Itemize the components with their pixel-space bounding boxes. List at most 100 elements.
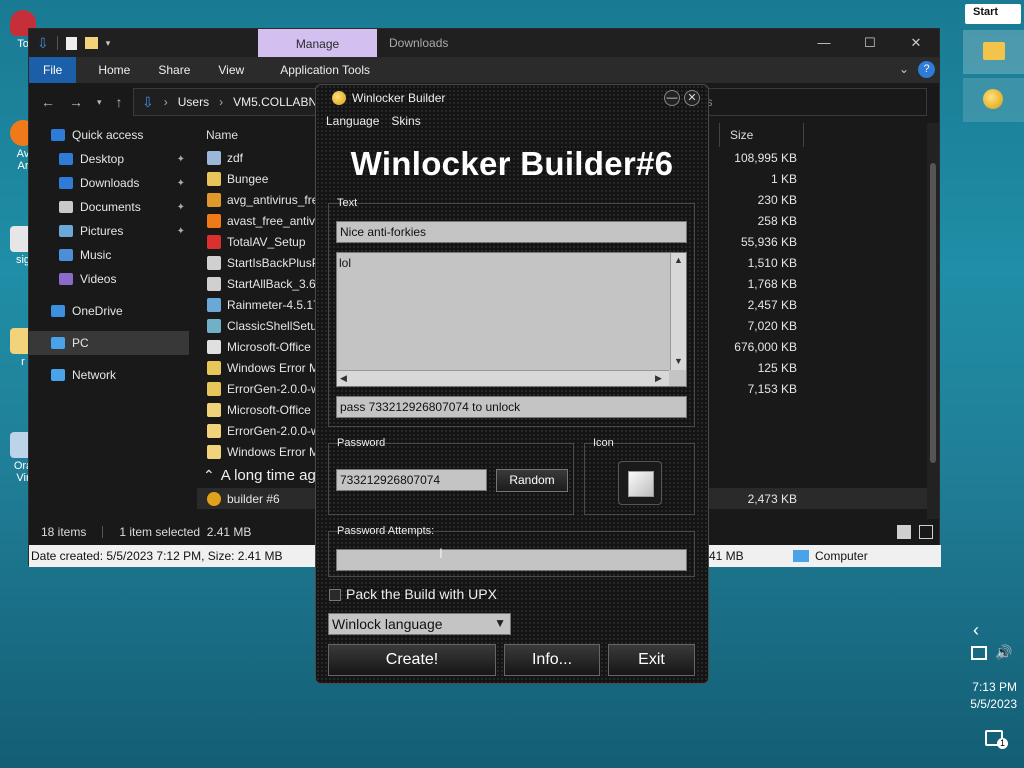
sidebar-item-pictures[interactable]: Pictures ✦	[29, 219, 189, 243]
icon-picker[interactable]	[618, 461, 662, 505]
taskbar-right: Start ‹ 🔊 7:13 PM 5/5/2023 1	[963, 0, 1024, 768]
scroll-right-icon[interactable]: ▶	[655, 373, 662, 384]
column-name[interactable]: Name	[206, 128, 238, 142]
title-text-field[interactable]: Nice anti-forkies	[336, 221, 687, 243]
language-select-value: Winlock language	[332, 616, 443, 632]
forward-arrow-icon[interactable]: →	[69, 94, 83, 110]
sidebar-item-documents[interactable]: Documents ✦	[29, 195, 189, 219]
file-icon	[207, 192, 221, 207]
minimize-button[interactable]: —	[664, 90, 680, 106]
folder-icon[interactable]	[84, 37, 98, 49]
sidebar-item-downloads[interactable]: Downloads ✦	[29, 171, 189, 195]
details-view-icon[interactable]	[897, 525, 911, 539]
ribbon-expand-icon[interactable]: ⌄	[899, 62, 909, 76]
sidebar-item-pc[interactable]: PC	[29, 331, 189, 355]
sidebar-item-label: Desktop	[80, 152, 125, 166]
breadcrumb-users[interactable]: Users	[178, 95, 209, 109]
menu-skins[interactable]: Skins	[391, 114, 420, 128]
sidebar-item-music[interactable]: Music	[29, 243, 189, 267]
sidebar-item-onedrive[interactable]: OneDrive	[29, 299, 189, 323]
attempts-field[interactable]	[336, 549, 687, 571]
folder-icon	[983, 42, 1005, 60]
back-arrow-icon[interactable]: ←	[41, 94, 55, 110]
pin-icon[interactable]: ✦	[177, 154, 185, 165]
pin-icon[interactable]: ✦	[177, 226, 185, 237]
file-size: 2,457 KB	[747, 297, 797, 312]
pin-icon[interactable]: ✦	[177, 178, 185, 189]
scroll-up-icon[interactable]: ▲	[674, 255, 683, 265]
tab-share[interactable]: Share	[144, 63, 204, 77]
volume-icon[interactable]: 🔊	[995, 644, 1012, 661]
file-list-scrollbar[interactable]	[927, 123, 939, 519]
message-textarea[interactable]: lol ▲ ▼ ◀ ▶	[336, 252, 687, 387]
tab-view[interactable]: View	[204, 63, 258, 77]
download-arrow-icon: ⇩	[142, 93, 154, 110]
sidebar-item-videos[interactable]: Videos	[29, 267, 189, 291]
file-size: 7,153 KB	[747, 381, 797, 396]
file-name: Microsoft-Office	[227, 402, 311, 417]
start-button[interactable]: Start	[965, 4, 1021, 24]
sidebar-item-network[interactable]: Network	[29, 363, 189, 387]
clock[interactable]: 7:13 PM 5/5/2023	[963, 680, 1017, 711]
checkmark-icon[interactable]	[65, 36, 77, 50]
sidebar-item-label: Quick access	[72, 128, 144, 142]
file-size: 1,510 KB	[747, 255, 797, 270]
password-field[interactable]: 733212926807074	[336, 469, 487, 491]
help-icon[interactable]: ?	[918, 61, 935, 78]
start-label: Start	[973, 6, 999, 18]
maximize-button[interactable]: ☐	[847, 29, 893, 57]
item-count: 18 items	[41, 525, 87, 539]
tab-home[interactable]: Home	[84, 63, 144, 77]
breadcrumb-user[interactable]: VM5.COLLABNE	[233, 95, 325, 109]
divider	[56, 36, 58, 50]
scroll-left-icon[interactable]: ◀	[340, 373, 347, 384]
close-button[interactable]: ✕	[684, 90, 700, 106]
sidebar-item-desktop[interactable]: Desktop ✦	[29, 147, 189, 171]
tab-application-tools[interactable]: Application Tools	[266, 63, 384, 77]
recent-dropdown-icon[interactable]: ▾	[97, 94, 102, 110]
upx-checkbox[interactable]	[329, 589, 341, 601]
column-size[interactable]: Size	[730, 128, 753, 142]
unlock-text-field[interactable]: pass 733212926807074 to unlock	[336, 396, 687, 418]
file-name: StartAllBack_3.6.	[227, 276, 320, 291]
tab-file[interactable]: File	[29, 57, 77, 83]
search-input[interactable]: ds	[689, 88, 927, 116]
taskbar-explorer-button[interactable]	[963, 30, 1024, 74]
taskbar-builder-button[interactable]	[963, 78, 1024, 122]
textarea-hscroll[interactable]: ◀ ▶	[337, 370, 669, 386]
download-arrow-icon[interactable]: ⇩	[37, 35, 49, 52]
onedrive-icon	[51, 305, 65, 317]
random-button[interactable]: Random	[496, 469, 568, 492]
info-button[interactable]: Info...	[504, 644, 600, 676]
file-icon	[207, 381, 221, 396]
scroll-down-icon[interactable]: ▼	[674, 356, 683, 366]
file-name: StartIsBackPlusPl	[227, 255, 323, 270]
scrollbar-thumb[interactable]	[930, 163, 936, 463]
file-size: 55,936 KB	[740, 234, 797, 249]
downloads-icon	[59, 177, 73, 189]
exit-button[interactable]: Exit	[608, 644, 695, 676]
chevron-down-icon[interactable]: ▾	[106, 38, 111, 49]
close-button[interactable]: ✕	[893, 29, 939, 57]
menu-language[interactable]: Language	[326, 114, 379, 128]
builder-titlebar: Winlocker Builder	[316, 85, 708, 111]
sidebar-item-quick-access[interactable]: Quick access	[29, 123, 189, 147]
builder-menu: Language Skins	[326, 114, 421, 128]
tab-manage[interactable]: Manage	[258, 29, 377, 57]
pictures-icon	[59, 225, 73, 237]
thumbnail-view-icon[interactable]	[919, 525, 933, 539]
create-button[interactable]: Create!	[328, 644, 496, 676]
minimize-button[interactable]: —	[801, 29, 847, 57]
chevron-left-icon[interactable]: ‹	[973, 620, 979, 641]
notification-button[interactable]: 1	[985, 730, 1008, 749]
file-icon	[207, 402, 221, 417]
upx-label[interactable]: Pack the Build with UPX	[346, 586, 497, 602]
network-icon[interactable]	[971, 646, 987, 660]
sidebar-item-label: Network	[72, 368, 117, 382]
textarea-vscroll[interactable]: ▲ ▼	[670, 253, 686, 370]
file-icon	[207, 276, 221, 291]
pin-icon[interactable]: ✦	[177, 202, 185, 213]
up-arrow-icon[interactable]: ↑	[116, 94, 123, 110]
file-name: Bungee	[227, 171, 269, 186]
language-select[interactable]: Winlock language ▼	[328, 613, 511, 635]
